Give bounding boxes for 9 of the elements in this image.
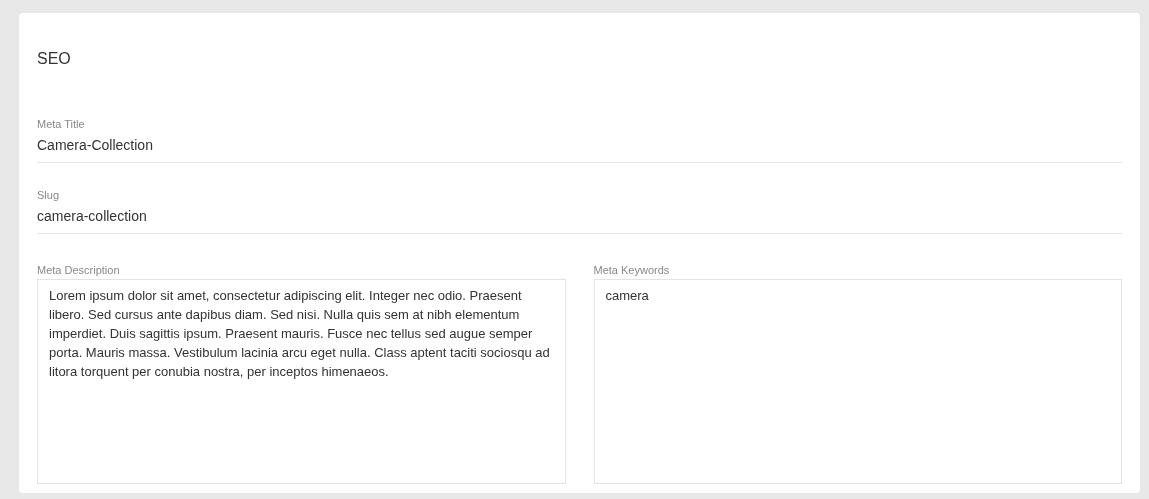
- field-label: Meta Description: [37, 263, 120, 278]
- text-area[interactable]: camera: [593, 279, 1122, 484]
- text-area[interactable]: Lorem ipsum dolor sit amet, consectetur adipiscing elit. Integer nec odio. Praesent libero. Sed cursus ante dapibus diam. Sed nisi. Nulla quis sem at nibh elementum imperdiet. Duis sagittis ipsum. Praesent mauris. Fusce nec tellus sed augue semper porta. Mauris massa. Vestibulum lacinia arcu eget nulla. Class aptent taciti sociosqu ad litora torquent per conubia nostra, per inceptos himenaeos.: [37, 279, 566, 484]
- input-field[interactable]: camera-collection: [37, 203, 1122, 234]
- section-title: SEO: [37, 49, 72, 69]
- input-field[interactable]: Camera-Collection: [37, 132, 1122, 163]
- field-label: Meta Keywords: [593, 263, 670, 278]
- field-label: Slug: [37, 188, 60, 203]
- field-label: Meta Title: [37, 117, 85, 132]
